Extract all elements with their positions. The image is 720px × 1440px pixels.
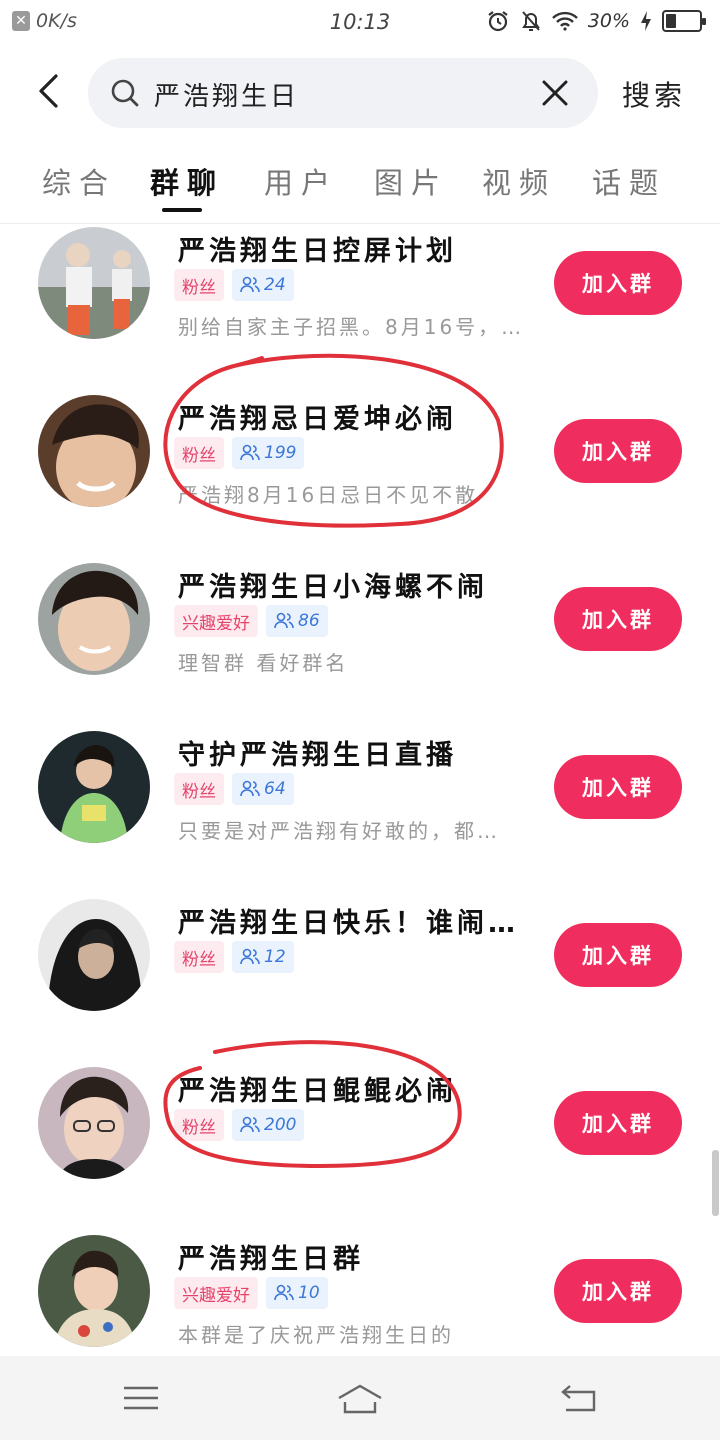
members-icon xyxy=(274,612,294,629)
battery-percent: 30% xyxy=(587,10,630,32)
group-tags: 兴趣爱好 10 xyxy=(174,1277,328,1309)
tab-general[interactable]: 综合 xyxy=(42,160,116,202)
home-icon[interactable] xyxy=(335,1378,385,1418)
group-list-item[interactable]: 严浩翔生日小海螺不闹 兴趣爱好 86 理智群 看好群名 加入群 xyxy=(0,563,720,731)
group-title: 严浩翔生日控屏计划 xyxy=(178,236,457,267)
category-badge: 粉丝 xyxy=(174,773,224,805)
group-description: 本群是了庆祝严浩翔生日的 xyxy=(178,1323,454,1347)
group-list-item[interactable]: 守护严浩翔生日直播 粉丝 64 只要是对严浩翔有好敢的，都… 加入群 xyxy=(0,731,720,899)
category-tabs: 综合 群聊 用户 图片 视频 话题 xyxy=(0,150,720,224)
members-icon xyxy=(240,780,260,797)
tab-videos[interactable]: 视频 xyxy=(482,160,556,202)
avatar xyxy=(38,1235,150,1347)
avatar xyxy=(38,395,150,507)
group-list-item[interactable]: 严浩翔生日群 兴趣爱好 10 本群是了庆祝严浩翔生日的 加入群 xyxy=(0,1235,720,1355)
member-count: 10 xyxy=(298,1283,320,1303)
battery-level xyxy=(666,14,676,28)
category-badge: 粉丝 xyxy=(174,1109,224,1141)
join-group-button[interactable]: 加入群 xyxy=(554,755,682,819)
group-list: 严浩翔生日控屏计划 粉丝 24 别给自家主子招黑。8月16号，… 加入群 严浩翔… xyxy=(0,225,720,1355)
avatar xyxy=(38,731,150,843)
member-count: 12 xyxy=(264,947,286,967)
avatar xyxy=(38,899,150,1011)
group-description: 严浩翔8月16日忌日不见不散 xyxy=(178,483,479,507)
back-nav-icon[interactable] xyxy=(554,1378,604,1418)
group-description: 只要是对严浩翔有好敢的，都… xyxy=(178,819,500,843)
system-navigation-bar xyxy=(0,1356,720,1440)
group-title: 守护严浩翔生日直播 xyxy=(178,740,457,771)
members-icon xyxy=(240,276,260,293)
group-title: 严浩翔生日群 xyxy=(178,1244,364,1275)
group-title: 严浩翔生日小海螺不闹 xyxy=(178,572,488,603)
mute-bell-icon xyxy=(521,11,540,31)
active-tab-indicator xyxy=(162,208,202,212)
join-group-button[interactable]: 加入群 xyxy=(554,587,682,651)
member-count: 24 xyxy=(264,275,286,295)
search-icon xyxy=(111,79,139,107)
avatar xyxy=(38,1067,150,1179)
join-group-button[interactable]: 加入群 xyxy=(554,1259,682,1323)
join-group-button[interactable]: 加入群 xyxy=(554,251,682,315)
search-query: 严浩翔生日 xyxy=(154,82,300,112)
member-count: 199 xyxy=(264,443,297,463)
group-description: 理智群 看好群名 xyxy=(178,651,349,675)
group-list-item[interactable]: 严浩翔生日鲲鲲必闹 粉丝 200 加入群 xyxy=(0,1067,720,1235)
group-tags: 粉丝 199 xyxy=(174,437,305,469)
group-tags: 粉丝 12 xyxy=(174,941,294,973)
search-input[interactable]: 严浩翔生日 xyxy=(88,58,598,128)
group-tags: 兴趣爱好 86 xyxy=(174,605,328,637)
join-group-button[interactable]: 加入群 xyxy=(554,1091,682,1155)
scrollbar-thumb[interactable] xyxy=(712,1150,719,1216)
group-description: 别给自家主子招黑。8月16号，… xyxy=(178,315,525,339)
charging-icon xyxy=(641,11,651,31)
group-tags: 粉丝 64 xyxy=(174,773,294,805)
group-title: 严浩翔忌日爱坤必闹 xyxy=(178,404,457,435)
join-group-button[interactable]: 加入群 xyxy=(554,419,682,483)
members-icon xyxy=(240,444,260,461)
members-icon xyxy=(240,948,260,965)
group-list-item[interactable]: 严浩翔忌日爱坤必闹 粉丝 199 严浩翔8月16日忌日不见不散 加入群 xyxy=(0,395,720,563)
tab-group-chat[interactable]: 群聊 xyxy=(150,160,224,202)
group-title: 严浩翔生日鲲鲲必闹 xyxy=(178,1076,457,1107)
category-badge: 兴趣爱好 xyxy=(174,605,258,637)
category-badge: 粉丝 xyxy=(174,941,224,973)
chevron-left-icon xyxy=(39,74,58,108)
tab-topics[interactable]: 话题 xyxy=(592,160,666,202)
member-count-badge: 10 xyxy=(266,1277,328,1309)
group-list-item[interactable]: 严浩翔生日快乐！谁闹… 粉丝 12 加入群 xyxy=(0,899,720,1067)
member-count: 86 xyxy=(298,611,320,631)
members-icon xyxy=(274,1284,294,1301)
tab-users[interactable]: 用户 xyxy=(264,160,338,202)
member-count-badge: 200 xyxy=(232,1109,305,1141)
avatar xyxy=(38,227,150,339)
category-badge: 兴趣爱好 xyxy=(174,1277,258,1309)
alarm-icon xyxy=(488,11,508,32)
status-right: 30% xyxy=(486,9,706,33)
member-count-badge: 12 xyxy=(232,941,294,973)
group-tags: 粉丝 24 xyxy=(174,269,294,301)
clear-icon[interactable] xyxy=(540,78,570,108)
group-title: 严浩翔生日快乐！谁闹… xyxy=(178,908,519,939)
wifi-icon xyxy=(551,11,578,31)
member-count: 200 xyxy=(264,1115,297,1135)
menu-icon[interactable] xyxy=(116,1378,166,1418)
member-count-badge: 24 xyxy=(232,269,294,301)
avatar xyxy=(38,563,150,675)
back-button[interactable] xyxy=(28,68,68,114)
members-icon xyxy=(240,1116,260,1133)
member-count: 64 xyxy=(264,779,286,799)
category-badge: 粉丝 xyxy=(174,269,224,301)
member-count-badge: 86 xyxy=(266,605,328,637)
search-button[interactable]: 搜索 xyxy=(622,74,686,114)
tab-images[interactable]: 图片 xyxy=(374,160,448,202)
member-count-badge: 199 xyxy=(232,437,305,469)
category-badge: 粉丝 xyxy=(174,437,224,469)
join-group-button[interactable]: 加入群 xyxy=(554,923,682,987)
group-list-item[interactable]: 严浩翔生日控屏计划 粉丝 24 别给自家主子招黑。8月16号，… 加入群 xyxy=(0,227,720,395)
battery-icon xyxy=(662,10,706,32)
member-count-badge: 64 xyxy=(232,773,294,805)
group-tags: 粉丝 200 xyxy=(174,1109,305,1141)
status-bar: ✕ 0K/s 10:13 30% xyxy=(0,0,720,46)
search-header: 严浩翔生日 搜索 xyxy=(0,46,720,136)
